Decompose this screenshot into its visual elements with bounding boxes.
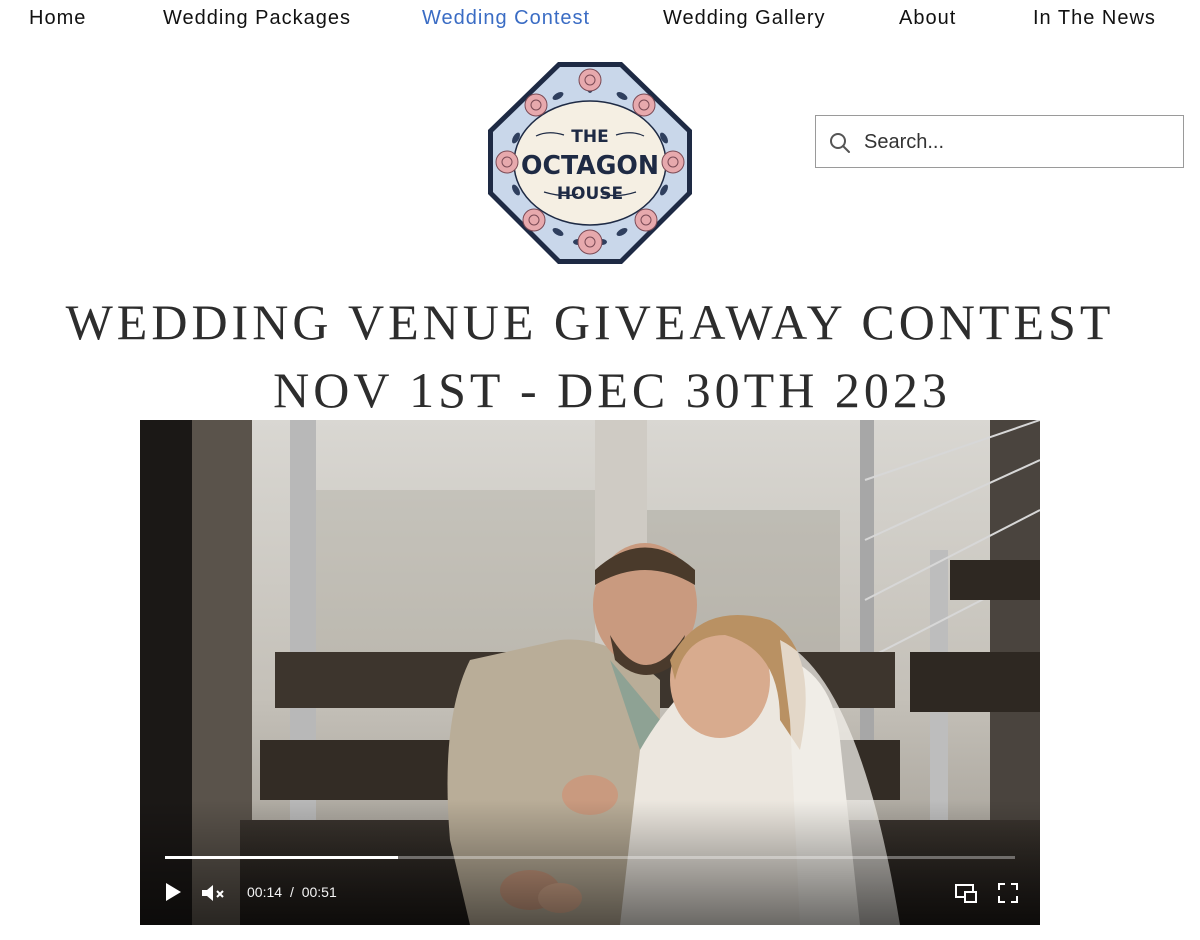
top-navigation: Home Wedding Packages Wedding Contest We…	[0, 0, 1200, 40]
contest-dates: NOV 1ST - DEC 30TH 2023	[273, 362, 951, 418]
logo-text-octagon: OCTAGON	[521, 151, 659, 181]
octagon-house-logo[interactable]: THE OCTAGON HOUSE	[478, 50, 702, 274]
video-player[interactable]: 00:14 / 00:51	[140, 420, 1040, 925]
video-progress-fill	[165, 856, 399, 859]
video-current-time: 00:14	[247, 884, 283, 900]
fullscreen-icon[interactable]	[998, 883, 1018, 903]
nav-item-wedding-contest[interactable]: Wedding Contest	[422, 7, 590, 30]
nav-item-wedding-packages[interactable]: Wedding Packages	[163, 7, 351, 30]
video-time-display: 00:14 / 00:51	[247, 884, 337, 900]
nav-item-about[interactable]: About	[899, 7, 956, 30]
volume-muted-icon[interactable]	[201, 883, 227, 903]
page-title: WEDDING VENUE GIVEAWAY CONTEST	[65, 294, 1115, 350]
logo-text-the: THE	[571, 127, 608, 147]
nav-item-in-the-news[interactable]: In The News	[1033, 7, 1156, 30]
nav-item-wedding-gallery[interactable]: Wedding Gallery	[663, 7, 825, 30]
search-box[interactable]	[815, 115, 1184, 168]
search-icon[interactable]	[828, 131, 852, 155]
logo-graphic: THE OCTAGON HOUSE	[488, 62, 692, 264]
video-progress-bar[interactable]	[165, 856, 1015, 859]
play-icon[interactable]	[164, 882, 182, 902]
video-duration: 00:51	[301, 884, 337, 900]
video-time-separator: /	[289, 884, 294, 900]
video-frame	[140, 420, 1040, 925]
nav-item-home[interactable]: Home	[29, 7, 86, 30]
picture-in-picture-icon[interactable]	[955, 883, 977, 903]
logo-text-house: HOUSE	[557, 184, 623, 204]
search-input[interactable]	[862, 124, 1176, 161]
